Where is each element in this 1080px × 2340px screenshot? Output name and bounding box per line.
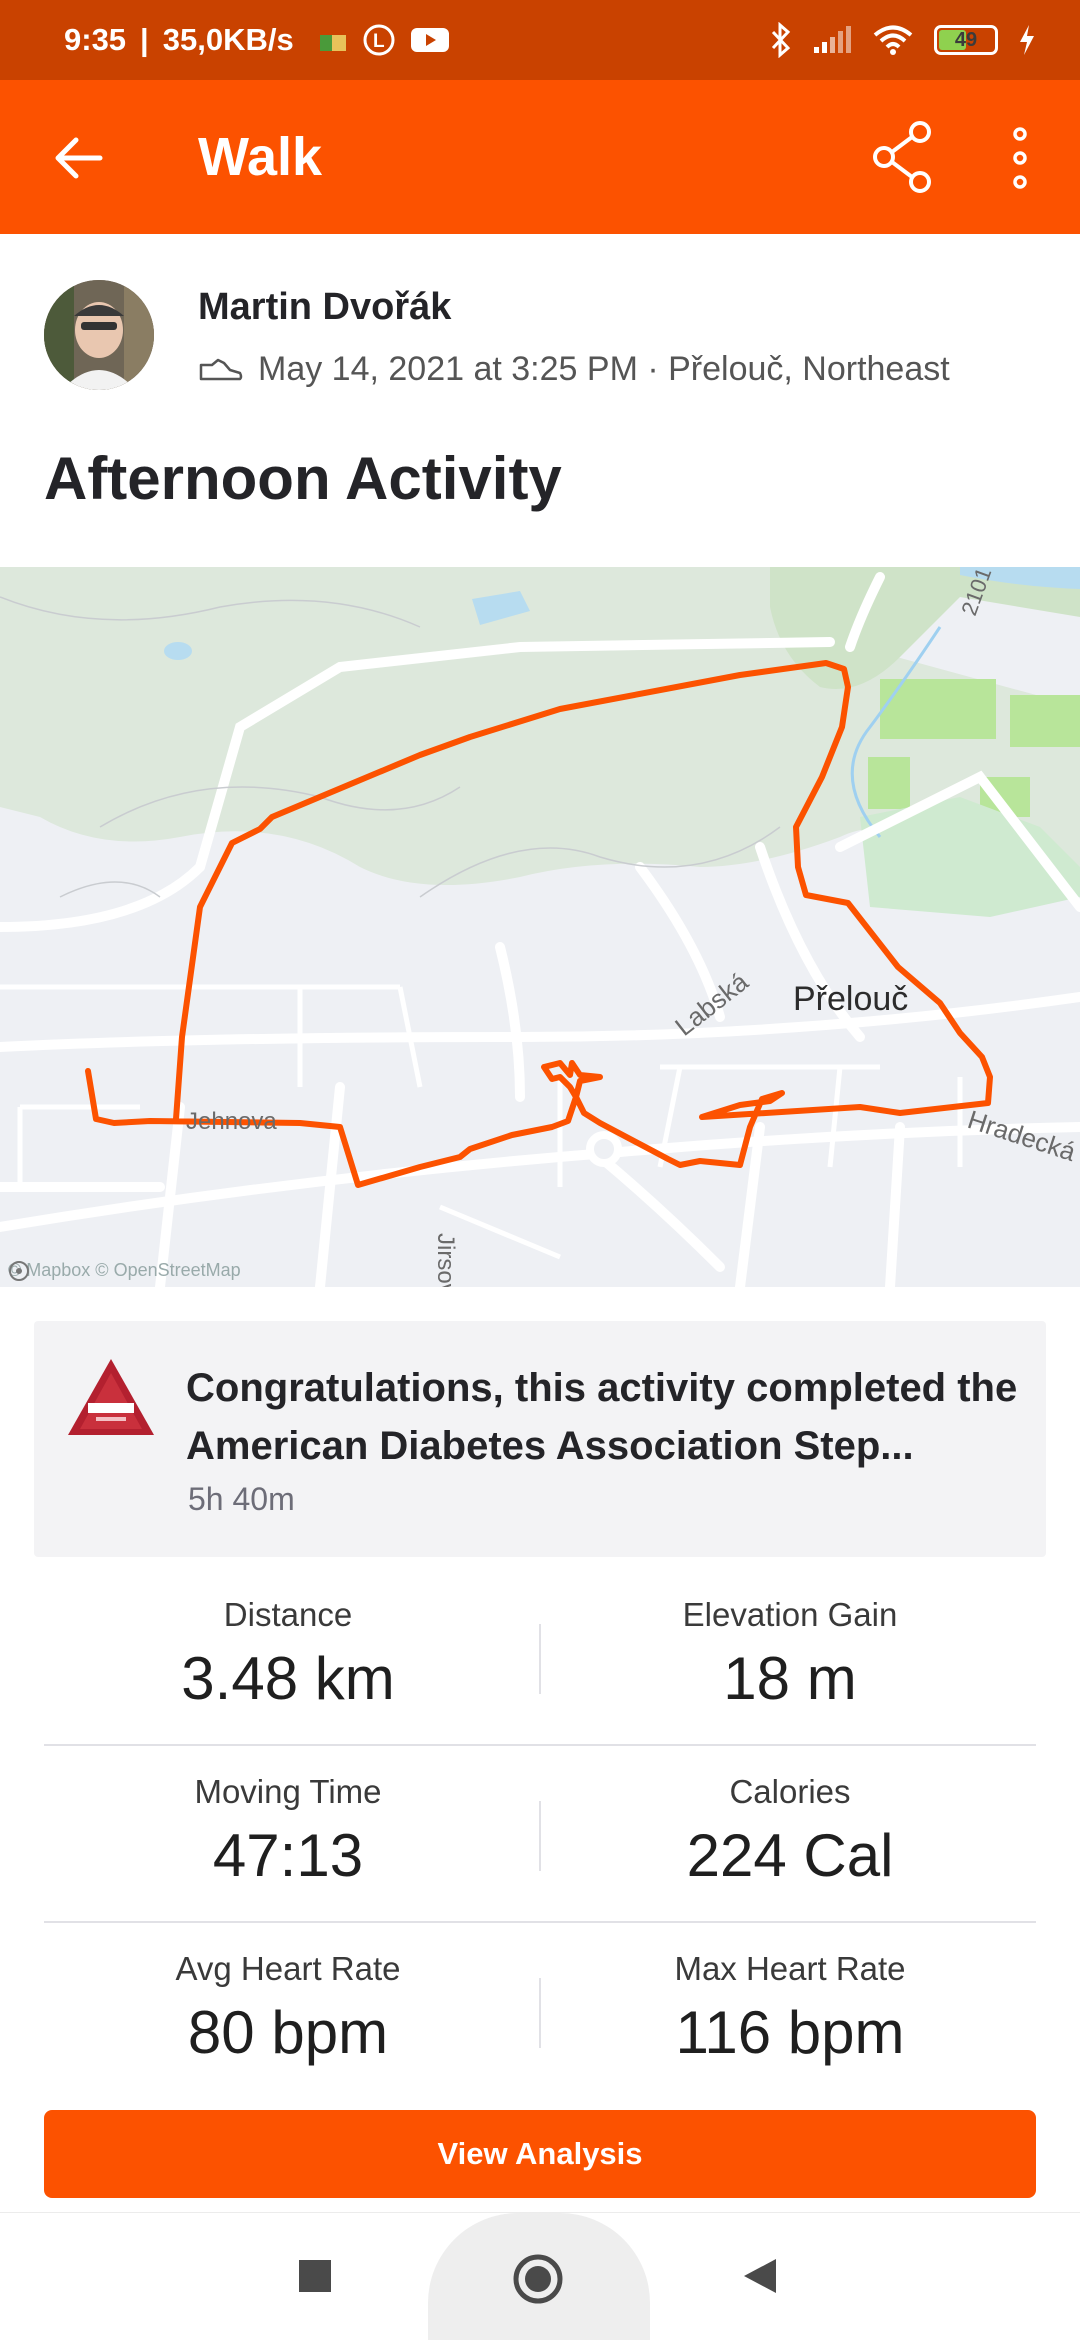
stat-label: Avg Heart Rate — [175, 1950, 401, 1987]
page-title: Walk — [198, 127, 323, 187]
challenge-time: 5h 40m — [188, 1481, 295, 1517]
bluetooth-icon — [771, 22, 791, 58]
stat-calories: Calories 224 Cal — [520, 1773, 1060, 1890]
pond-1 — [164, 642, 192, 660]
stat-moving-time: Moving Time 47:13 — [18, 1773, 558, 1890]
map-attribution[interactable]: © Mapbox © OpenStreetMap — [8, 1260, 241, 1281]
challenge-text: Congratulations, this activity completed… — [186, 1366, 1018, 1468]
row-divider — [44, 1744, 1036, 1746]
map-canvas: Přelouč Labská Hradecká Jehnova Jirsova … — [0, 567, 1080, 1287]
activity-meta: May 14, 2021 at 3:25 PM · Přelouč, North… — [198, 350, 950, 389]
stat-distance: Distance 3.48 km — [18, 1596, 558, 1713]
more-vert-icon[interactable] — [1000, 124, 1040, 192]
app-bar: Walk — [0, 80, 1080, 234]
row-divider — [44, 1921, 1036, 1923]
wifi-icon — [873, 25, 913, 55]
stat-label: Calories — [729, 1773, 851, 1810]
stat-label: Moving Time — [194, 1773, 382, 1810]
network-speed: 35,0KB/s — [162, 22, 294, 57]
route-map[interactable]: Přelouč Labská Hradecká Jehnova Jirsova … — [0, 567, 1080, 1287]
home-icon[interactable] — [512, 2253, 564, 2305]
stat-label: Distance — [223, 1596, 353, 1633]
stat-value: 80 bpm — [187, 1999, 389, 2066]
shoe-icon — [199, 358, 243, 380]
stat-value: 18 m — [723, 1645, 857, 1712]
challenge-card[interactable]: Congratulations, this activity completed… — [34, 1321, 1046, 1557]
map-label-hradecka: Hradecká — [964, 1104, 1080, 1167]
stat-max-heart-rate: Max Heart Rate 116 bpm — [520, 1950, 1060, 2067]
map-label-jehnova: Jehnova — [186, 1108, 277, 1135]
field-3 — [868, 757, 910, 809]
stat-label: Max Heart Rate — [674, 1950, 906, 1987]
charging-icon — [1020, 25, 1034, 55]
sim-data-icon — [319, 35, 346, 51]
launcher-l-icon: L — [363, 24, 395, 56]
activity-title: Afternoon Activity — [44, 445, 562, 512]
map-label-jirsova: Jirsova — [432, 1233, 459, 1287]
youtube-icon — [410, 28, 449, 52]
stat-elevation-gain: Elevation Gain 18 m — [520, 1596, 1060, 1713]
activity-date-location: May 14, 2021 at 3:25 PM · Přelouč, North… — [258, 350, 950, 388]
athlete-name[interactable]: Martin Dvořák — [198, 286, 451, 329]
stat-avg-heart-rate: Avg Heart Rate 80 bpm — [18, 1950, 558, 2067]
recents-icon[interactable] — [298, 2259, 332, 2293]
stat-label: Elevation Gain — [682, 1596, 898, 1633]
svg-text:L: L — [373, 31, 385, 52]
map-label-town: Přelouč — [793, 980, 908, 1018]
back-nav-icon[interactable] — [742, 2257, 778, 2295]
back-arrow-icon[interactable] — [50, 130, 106, 186]
share-icon[interactable] — [870, 120, 936, 194]
stat-value: 3.48 km — [181, 1645, 395, 1712]
view-analysis-button[interactable]: View Analysis — [44, 2110, 1036, 2198]
system-nav-bar — [0, 2212, 1080, 2340]
stat-value: 116 bpm — [675, 1999, 905, 2066]
signal-icon — [814, 26, 851, 53]
stat-value: 224 Cal — [686, 1822, 894, 1889]
mapbox-logo-icon — [9, 1261, 29, 1281]
battery-indicator: 49 — [934, 25, 998, 55]
stat-value: 47:13 — [212, 1822, 364, 1889]
status-bar: 9:35 | 35,0KB/s L 49 — [0, 0, 1080, 80]
field-2 — [1010, 695, 1080, 747]
avatar[interactable] — [44, 280, 154, 390]
clock: 9:35 — [64, 22, 127, 57]
challenge-badge-icon — [68, 1359, 154, 1435]
roundabout — [586, 1131, 622, 1167]
